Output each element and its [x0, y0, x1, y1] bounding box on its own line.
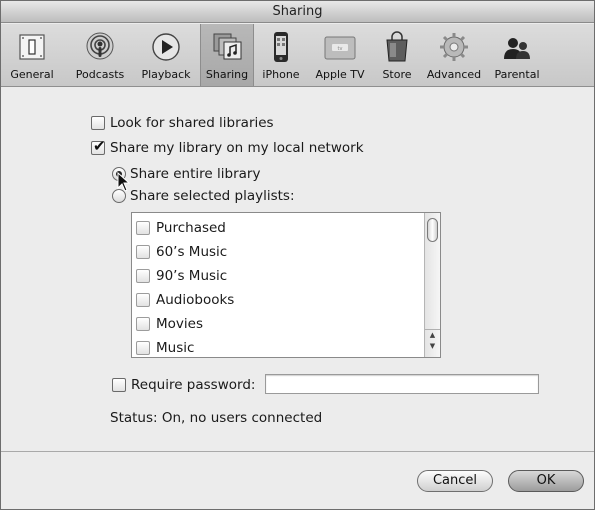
parental-icon [504, 38, 530, 59]
require-password-label: Require password: [131, 377, 256, 393]
list-item[interactable]: Music [136, 337, 195, 357]
look-for-shared-label: Look for shared libraries [110, 115, 274, 131]
playlist-label: Purchased [156, 220, 226, 236]
playlist-checkbox[interactable] [136, 221, 150, 235]
store-bag-icon [386, 31, 408, 62]
tab-advanced-label: Advanced [426, 68, 482, 81]
general-switch-icon [19, 34, 45, 60]
playlist-checkbox[interactable] [136, 269, 150, 283]
share-selected-label: Share selected playlists: [130, 188, 295, 204]
tab-parental[interactable]: Parental [489, 24, 545, 86]
playback-icon [152, 33, 180, 61]
list-item[interactable]: Audiobooks [136, 289, 234, 311]
list-item[interactable]: Purchased [136, 217, 226, 239]
tab-apple-tv-label: Apple TV [315, 68, 365, 81]
playlist-checkbox[interactable] [136, 341, 150, 355]
share-library-row[interactable]: Share my library on my local network [91, 137, 364, 156]
preferences-toolbar: General Podcasts Playback Sharing iPhone… [1, 24, 594, 87]
status-text: Status: On, no users connected [110, 410, 323, 426]
tab-general-label: General [10, 68, 54, 81]
iphone-icon [274, 32, 288, 62]
tab-parental-label: Parental [494, 68, 540, 81]
playlist-scrollbar[interactable]: ▲ ▼ [424, 213, 440, 357]
scroll-up-arrow-icon[interactable]: ▲ [425, 329, 440, 340]
tab-podcasts-label: Podcasts [75, 68, 125, 81]
share-library-label: Share my library on my local network [110, 140, 364, 156]
tab-playback-label: Playback [141, 68, 191, 81]
ok-button[interactable]: OK [508, 470, 584, 492]
tab-iphone-label: iPhone [262, 68, 300, 81]
apple-tv-icon: tv [324, 36, 356, 60]
require-password-row[interactable]: Require password: [112, 377, 255, 393]
playlist-label: Movies [156, 316, 203, 332]
tab-iphone[interactable]: iPhone [257, 24, 305, 86]
share-library-checkbox[interactable] [91, 137, 106, 155]
tab-apple-tv[interactable]: tv Apple TV [308, 24, 372, 86]
list-item[interactable]: Movies [136, 313, 203, 335]
tab-general[interactable]: General [3, 24, 61, 86]
sharing-preferences-window: Sharing General Podcasts Playback Sharin… [0, 0, 595, 510]
mouse-cursor-icon [117, 172, 131, 192]
window-title: Sharing [1, 1, 594, 23]
playlist-label: Audiobooks [156, 292, 235, 308]
look-for-shared-row[interactable]: Look for shared libraries [91, 115, 274, 131]
tab-playback[interactable]: Playback [135, 24, 197, 86]
list-item[interactable]: 90’s Music [136, 265, 227, 287]
divider [1, 451, 594, 452]
tab-podcasts[interactable]: Podcasts [69, 24, 131, 86]
tab-sharing-label: Sharing [205, 68, 249, 81]
tab-store-label: Store [382, 68, 412, 81]
share-selected-row[interactable]: Share selected playlists: [112, 188, 295, 204]
scrollbar-thumb[interactable] [427, 218, 438, 242]
cancel-button[interactable]: Cancel [417, 470, 493, 492]
tab-store[interactable]: Store [375, 24, 419, 86]
playlist-checkbox[interactable] [136, 317, 150, 331]
playlist-label: Music [156, 340, 195, 356]
playlist-checkbox[interactable] [136, 245, 150, 259]
sharing-icon [213, 33, 242, 60]
podcasts-icon [86, 32, 114, 60]
share-entire-label: Share entire library [130, 166, 261, 182]
playlist-checkbox[interactable] [136, 293, 150, 307]
share-entire-row[interactable]: Share entire library [112, 166, 260, 182]
look-for-shared-checkbox[interactable] [91, 116, 105, 130]
password-field[interactable] [265, 374, 539, 394]
sharing-pane: Look for shared libraries Share my libra… [1, 88, 594, 452]
svg-text:tv: tv [338, 46, 343, 52]
require-password-checkbox[interactable] [112, 378, 126, 392]
advanced-gear-icon [440, 33, 468, 61]
playlist-label: 60’s Music [156, 244, 228, 260]
tab-sharing[interactable]: Sharing [200, 24, 254, 86]
playlist-list[interactable]: Purchased 60’s Music 90’s Music Audioboo… [131, 212, 441, 358]
list-item[interactable]: 60’s Music [136, 241, 227, 263]
scroll-down-arrow-icon[interactable]: ▼ [425, 341, 440, 352]
playlist-label: 90’s Music [156, 268, 228, 284]
tab-advanced[interactable]: Advanced [421, 24, 487, 86]
